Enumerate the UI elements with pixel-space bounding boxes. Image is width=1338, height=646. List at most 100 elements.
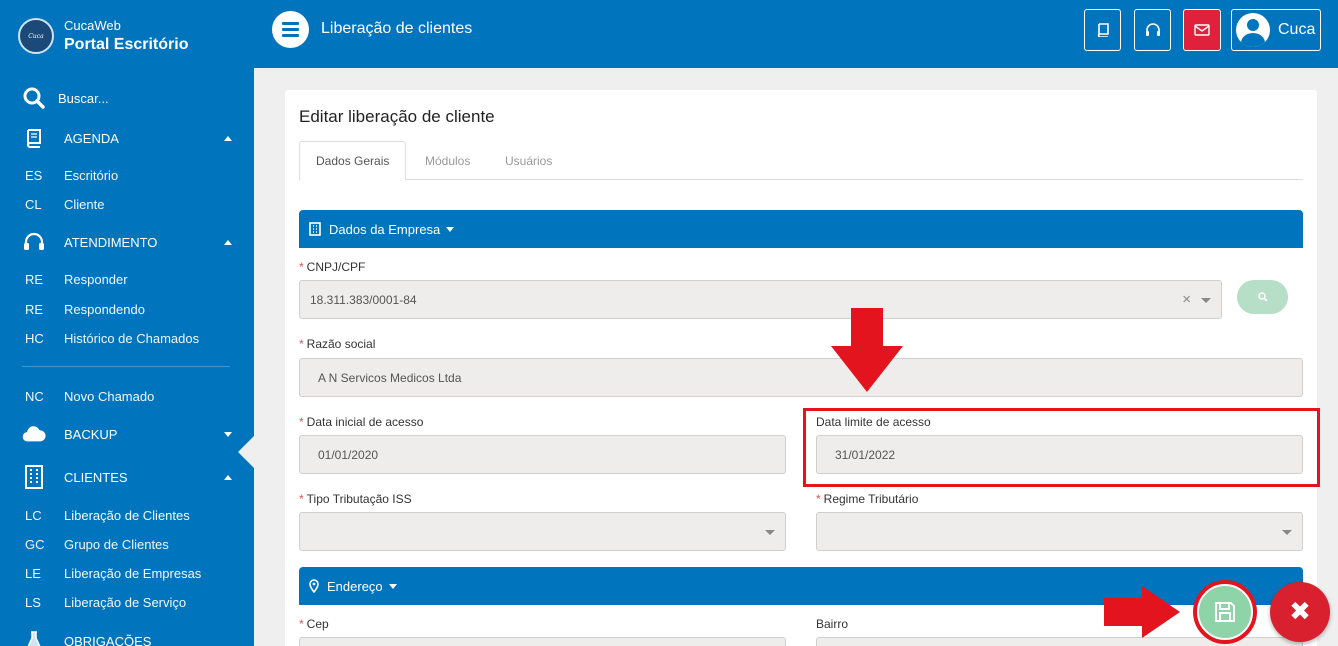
required-mark: *: [299, 415, 304, 429]
data-inicial-field[interactable]: 01/01/2020: [299, 435, 786, 474]
sidebar-item-liberacao-clientes[interactable]: LC Liberação de Clientes: [25, 508, 190, 523]
caret-down-icon: [446, 226, 455, 232]
tab-modulos[interactable]: Módulos: [409, 141, 486, 180]
tipo-iss-label-text: Tipo Tributação ISS: [306, 492, 412, 506]
brand[interactable]: Cuca CucaWeb Portal Escritório: [18, 18, 188, 54]
sidebar-section-obrigacoes[interactable]: OBRIGAÇÕES: [22, 630, 232, 646]
tipo-iss-select[interactable]: [299, 512, 786, 551]
sidebar-item-abbr: LE: [25, 566, 41, 581]
tab-usuarios[interactable]: Usuários: [489, 141, 568, 180]
brand-small-text: CucaWeb: [64, 17, 121, 33]
sidebar-section-label: ATENDIMENTO: [64, 234, 158, 250]
sidebar-item-historico-chamados[interactable]: HC Histórico de Chamados: [25, 331, 199, 346]
cloud-icon: [22, 423, 46, 445]
cnpj-label-text: CNPJ/CPF: [306, 260, 366, 274]
headset-icon: [1145, 23, 1160, 36]
chevron-down-icon: [1282, 530, 1292, 535]
required-mark: *: [299, 337, 304, 351]
sidebar-item-cliente[interactable]: CL Cliente: [25, 197, 104, 212]
required-mark: *: [299, 617, 304, 631]
regime-tributario-label-text: Regime Tributário: [823, 492, 919, 506]
sidebar-item-liberacao-empresas[interactable]: LE Liberação de Empresas: [25, 566, 201, 581]
envelope-icon: [1194, 24, 1210, 36]
sidebar-item-abbr: GC: [25, 537, 45, 552]
sidebar-section-backup[interactable]: BACKUP: [22, 423, 232, 445]
tab-dados-gerais[interactable]: Dados Gerais: [299, 141, 407, 181]
sidebar: Buscar... AGENDA ES Escritório CL Client…: [0, 68, 254, 646]
sidebar-item-label: Responder: [64, 272, 128, 287]
hamburger-icon: [282, 22, 299, 25]
cnpj-select[interactable]: 18.311.383/0001-84 ×: [299, 280, 1222, 319]
messages-button[interactable]: [1183, 9, 1221, 51]
sidebar-item-label: Liberação de Empresas: [64, 566, 202, 581]
chevron-down-icon: [1201, 298, 1211, 303]
sidebar-item-label: Liberação de Clientes: [64, 508, 190, 523]
required-mark: *: [299, 260, 304, 274]
sidebar-section-label: BACKUP: [64, 426, 118, 442]
page-title: Liberação de clientes: [321, 20, 473, 37]
book-button[interactable]: [1084, 9, 1121, 51]
sidebar-item-abbr: CL: [25, 197, 42, 212]
caret-up-icon: [224, 135, 232, 141]
razao-social-field[interactable]: A N Servicos Medicos Ltda: [299, 358, 1303, 397]
sidebar-item-abbr: HC: [25, 331, 44, 346]
section-dados-empresa-toggle[interactable]: Dados da Empresa: [299, 210, 1303, 248]
save-button[interactable]: [1193, 580, 1257, 644]
sidebar-item-escritorio[interactable]: ES Escritório: [25, 168, 118, 183]
brand-logo: Cuca: [18, 18, 54, 54]
sidebar-section-clientes[interactable]: CLIENTES: [22, 465, 232, 489]
sidebar-item-grupo-clientes[interactable]: GC Grupo de Clientes: [25, 537, 169, 552]
tipo-iss-label: * Tipo Tributação ISS: [299, 492, 412, 506]
section-title: Endereço: [327, 578, 383, 594]
cep-label-text: Cep: [306, 617, 329, 631]
caret-down-icon: [388, 583, 397, 589]
sidebar-item-abbr: RE: [25, 302, 44, 317]
user-name: Cuca: [1278, 21, 1316, 38]
sidebar-item-abbr: NC: [25, 389, 44, 404]
sidebar-item-abbr: RE: [25, 272, 44, 287]
cancel-button[interactable]: ✖: [1270, 582, 1330, 642]
user-avatar-icon: [1236, 13, 1270, 47]
sidebar-item-novo-chamado[interactable]: NC Novo Chamado: [25, 389, 154, 404]
search-icon: [23, 87, 45, 109]
sidebar-item-abbr: LS: [25, 595, 41, 610]
close-icon: ✖: [1289, 597, 1311, 627]
sidebar-item-label: Cliente: [64, 197, 105, 212]
top-header: Cuca CucaWeb Portal Escritório Liberação…: [0, 0, 1338, 68]
regime-tributario-label: * Regime Tributário: [816, 492, 918, 506]
cep-field[interactable]: [299, 637, 786, 646]
flask-icon: [22, 630, 46, 646]
sidebar-item-liberacao-servico[interactable]: LS Liberação de Serviço: [25, 595, 186, 610]
caret-up-icon: [224, 474, 232, 480]
sidebar-item-abbr: LC: [25, 508, 42, 523]
active-item-indicator: [238, 436, 254, 468]
user-menu-button[interactable]: Cuca: [1231, 9, 1321, 51]
sidebar-item-responder[interactable]: RE Responder: [25, 272, 128, 287]
data-inicial-label-text: Data inicial de acesso: [306, 415, 424, 429]
sidebar-item-respondendo[interactable]: RE Respondendo: [25, 302, 145, 317]
sidebar-item-label: Novo Chamado: [64, 389, 155, 404]
sidebar-item-label: Histórico de Chamados: [64, 331, 200, 346]
sidebar-search-placeholder: Buscar...: [58, 90, 109, 106]
razao-social-label: * Razão social: [299, 337, 375, 351]
building-icon: [309, 222, 321, 236]
sidebar-section-atendimento[interactable]: ATENDIMENTO: [22, 231, 232, 253]
required-mark: *: [816, 492, 821, 506]
book-icon: [22, 127, 46, 149]
card-title: Editar liberação de cliente: [299, 107, 495, 126]
highlight-annotation-box: [803, 408, 1320, 487]
sidebar-section-agenda[interactable]: AGENDA: [22, 127, 232, 149]
cnpj-search-button[interactable]: [1237, 280, 1288, 314]
sidebar-item-abbr: ES: [25, 168, 43, 183]
hamburger-menu-button[interactable]: [272, 11, 309, 48]
regime-tributario-select[interactable]: [816, 512, 1303, 551]
sidebar-search[interactable]: Buscar...: [22, 86, 109, 110]
support-button[interactable]: [1134, 9, 1171, 51]
clear-icon[interactable]: ×: [1182, 291, 1191, 308]
chevron-down-icon: [765, 530, 775, 535]
sidebar-section-label: CLIENTES: [64, 469, 128, 485]
required-mark: *: [299, 492, 304, 506]
data-inicial-value: 01/01/2020: [318, 447, 379, 462]
brand-title: Portal Escritório: [64, 35, 189, 53]
bairro-label: Bairro: [816, 617, 849, 631]
